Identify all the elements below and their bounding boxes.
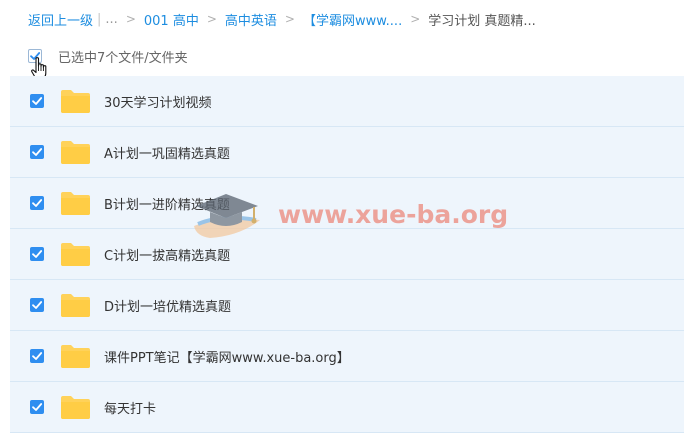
breadcrumb-item-high-school[interactable]: 001 高中 xyxy=(144,10,199,29)
chevron-right-icon: > xyxy=(410,12,421,26)
breadcrumb-current: 学习计划 真题精... xyxy=(428,13,536,29)
selection-bar: 已选中7个文件/文件夹 xyxy=(28,46,188,66)
folder-icon xyxy=(61,345,90,368)
item-checkbox[interactable] xyxy=(30,94,44,108)
folder-icon xyxy=(61,90,90,113)
item-checkbox[interactable] xyxy=(30,247,44,261)
breadcrumb-item-english[interactable]: 高中英语 xyxy=(225,10,277,29)
folder-icon xyxy=(61,294,90,317)
check-icon xyxy=(32,148,43,156)
chevron-right-icon: > xyxy=(206,12,217,26)
folder-icon xyxy=(61,141,90,164)
folder-icon xyxy=(61,396,90,419)
file-name[interactable]: C计划一拔高精选真题 xyxy=(104,245,230,264)
back-link[interactable]: 返回上一级 xyxy=(28,10,93,29)
file-name[interactable]: B计划一进阶精选真题 xyxy=(104,194,230,213)
check-icon xyxy=(32,403,43,411)
check-icon xyxy=(32,97,43,105)
list-item[interactable]: D计划一培优精选真题 xyxy=(10,280,684,331)
file-list: 30天学习计划视频 A计划一巩固精选真题 B计划一进阶精选真题 C计划一拔高精选… xyxy=(10,76,684,433)
list-item[interactable]: 每天打卡 xyxy=(10,382,684,433)
folder-icon xyxy=(61,243,90,266)
breadcrumb-ellipsis[interactable]: ... xyxy=(105,12,117,27)
check-icon xyxy=(32,250,43,258)
item-checkbox[interactable] xyxy=(30,145,44,159)
item-checkbox[interactable] xyxy=(30,298,44,312)
check-icon xyxy=(32,199,43,207)
list-item[interactable]: 30天学习计划视频 xyxy=(10,76,684,127)
list-item[interactable]: A计划一巩固精选真题 xyxy=(10,127,684,178)
item-checkbox[interactable] xyxy=(30,349,44,363)
item-checkbox[interactable] xyxy=(30,400,44,414)
folder-icon xyxy=(61,192,90,215)
chevron-right-icon: > xyxy=(125,12,136,26)
file-name[interactable]: D计划一培优精选真题 xyxy=(104,296,231,315)
file-name[interactable]: 30天学习计划视频 xyxy=(104,92,212,111)
selection-count: 已选中7个文件/文件夹 xyxy=(58,50,188,66)
breadcrumb: 返回上一级 | ... > 001 高中 > 高中英语 > 【学霸网www...… xyxy=(28,8,536,30)
check-icon xyxy=(32,352,43,360)
check-icon xyxy=(32,301,43,309)
breadcrumb-divider: | xyxy=(97,11,102,27)
breadcrumb-item-xueba[interactable]: 【学霸网www.... xyxy=(303,10,402,29)
file-name[interactable]: 每天打卡 xyxy=(104,398,156,417)
item-checkbox[interactable] xyxy=(30,196,44,210)
file-name[interactable]: A计划一巩固精选真题 xyxy=(104,143,230,162)
chevron-right-icon: > xyxy=(284,12,295,26)
list-item[interactable]: 课件PPT笔记【学霸网www.xue-ba.org】 xyxy=(10,331,684,382)
list-item[interactable]: B计划一进阶精选真题 xyxy=(10,178,684,229)
file-name[interactable]: 课件PPT笔记【学霸网www.xue-ba.org】 xyxy=(104,347,350,366)
list-item[interactable]: C计划一拔高精选真题 xyxy=(10,229,684,280)
